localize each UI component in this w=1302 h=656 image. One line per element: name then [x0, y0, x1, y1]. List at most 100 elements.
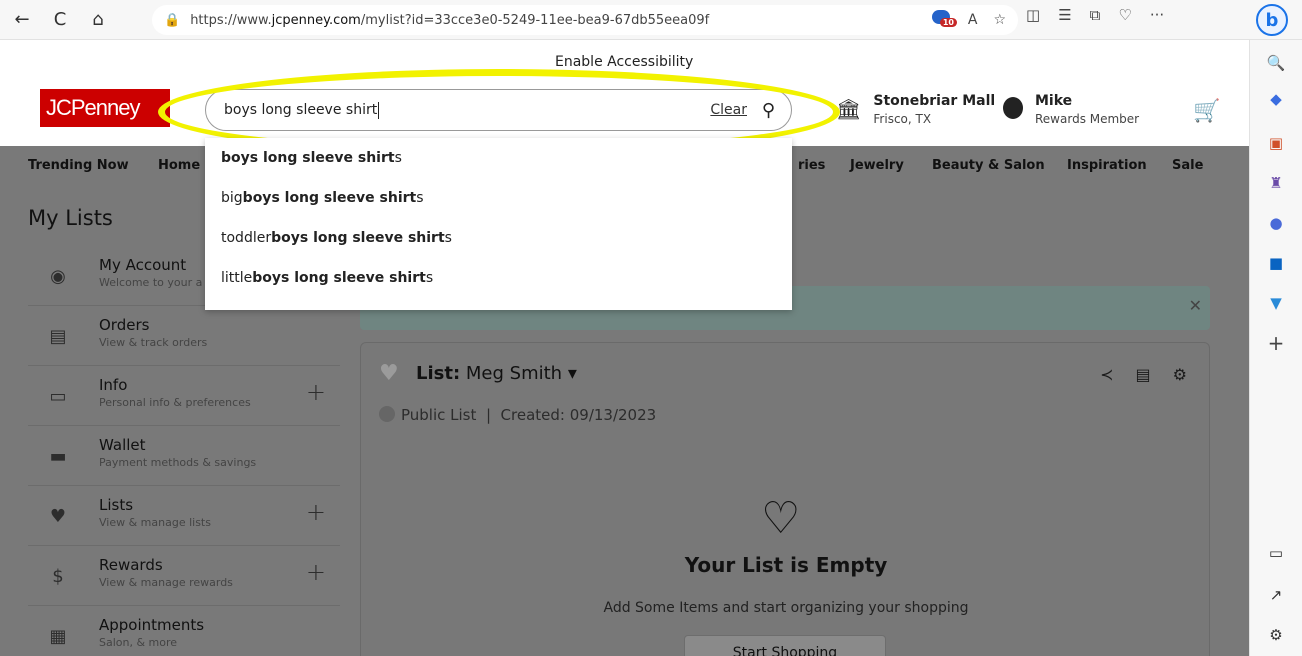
collections-icon[interactable]: ⧉: [1090, 6, 1101, 24]
print-icon[interactable]: ▤: [1136, 365, 1151, 384]
suggestion-item[interactable]: boys long sleeve shirt s: [205, 138, 792, 178]
search-icon[interactable]: 🔍: [1264, 52, 1288, 74]
send-icon[interactable]: ▼: [1264, 292, 1288, 314]
external-link-icon[interactable]: ↗: [1264, 584, 1288, 606]
settings-icon[interactable]: ⚙: [1264, 624, 1288, 646]
menu-item-subtitle: View & track orders: [99, 336, 208, 349]
menu-item-subtitle: Welcome to your a: [99, 276, 203, 289]
suggestion-match: boys long sleeve shirt: [242, 190, 417, 206]
menu-item-appointments[interactable]: ▦ Appointments Salon, & more: [28, 606, 340, 656]
url-domain: jcpenney.com: [271, 12, 361, 28]
chess-icon[interactable]: ♜: [1264, 172, 1288, 194]
cart-icon[interactable]: 🛒: [1193, 99, 1220, 124]
clear-search-button[interactable]: Clear: [710, 102, 747, 118]
suggestion-prefix: toddler: [221, 230, 272, 246]
nav-inspiration[interactable]: Inspiration: [1067, 158, 1147, 173]
heart-icon: ♥: [49, 505, 67, 527]
nav-accessories[interactable]: ries: [798, 158, 825, 173]
extension-icon[interactable]: 10: [931, 10, 957, 30]
add-icon[interactable]: +: [1264, 331, 1288, 355]
expand-plus-icon[interactable]: +: [306, 378, 326, 406]
back-icon[interactable]: ←: [6, 4, 38, 36]
gear-icon[interactable]: ⚙: [1173, 365, 1187, 384]
suggestion-match: boys long sleeve shirt: [252, 270, 426, 286]
list-label: List:: [416, 363, 461, 384]
suggestion-prefix: big: [221, 190, 243, 206]
menu-item-rewards[interactable]: $ Rewards View & manage rewards +: [28, 546, 340, 606]
store-location: Frisco, TX: [873, 112, 932, 126]
menu-item-title: Appointments: [99, 616, 205, 634]
menu-item-title: Lists: [99, 496, 134, 514]
address-bar[interactable]: 🔒 https://www.jcpenney.com/mylist?id=33c…: [152, 5, 1018, 35]
store-selector[interactable]: 🏛 Stonebriar Mall Frisco, TX: [836, 93, 995, 126]
nav-home[interactable]: Home: [158, 158, 200, 173]
suggestion-prefix: little: [221, 270, 253, 286]
menu-item-lists[interactable]: ♥ Lists View & manage lists +: [28, 486, 340, 546]
nav-beauty-salon[interactable]: Beauty & Salon: [932, 158, 1045, 173]
favorites-icon[interactable]: ☰: [1058, 6, 1071, 24]
list-visibility: Public List: [401, 406, 477, 424]
account-status: Rewards Member: [1035, 112, 1140, 126]
menu-item-title: Orders: [99, 316, 150, 334]
meta-separator: |: [485, 406, 491, 424]
menu-item-title: Info: [99, 376, 128, 394]
tag-icon[interactable]: ◆: [1264, 88, 1288, 110]
start-shopping-button[interactable]: Start Shopping: [684, 635, 886, 656]
nav-trending-now[interactable]: Trending Now: [28, 158, 129, 173]
browser-essentials-icon[interactable]: ♡: [1118, 6, 1131, 24]
nav-jewelry[interactable]: Jewelry: [850, 158, 904, 173]
page: Enable Accessibility JCPenney boys long …: [0, 41, 1249, 656]
url-text[interactable]: https://www.jcpenney.com/mylist?id=33cce…: [190, 13, 709, 28]
search-input[interactable]: boys long sleeve shirt Clear ⚲: [205, 89, 792, 131]
expand-plus-icon[interactable]: +: [306, 498, 326, 526]
edge-sidebar: 🔍 ◆ ▣ ♜ ● ■ ▼ + ▭ ↗ ⚙: [1249, 40, 1302, 656]
read-aloud-icon[interactable]: A: [968, 12, 978, 28]
wallet-icon: ▬: [49, 445, 67, 467]
close-icon[interactable]: ✕: [1189, 296, 1202, 315]
sidebar-toggle-icon[interactable]: ▭: [1264, 542, 1288, 564]
list-selector[interactable]: List: Meg Smith ▾: [416, 363, 577, 384]
list-name: Meg Smith: [465, 363, 563, 384]
menu-item-subtitle: Payment methods & savings: [99, 456, 257, 469]
empty-list-subtitle: Add Some Items and start organizing your…: [603, 600, 969, 616]
page-title: My Lists: [28, 206, 113, 230]
url-path: /mylist?id=33cce3e0-5249-11ee-bea9-67db5…: [360, 12, 710, 28]
suggestion-item[interactable]: little boys long sleeve shirt s: [205, 258, 792, 298]
menu-item-wallet[interactable]: ▬ Wallet Payment methods & savings: [28, 426, 340, 486]
favorite-star-icon[interactable]: ☆: [993, 12, 1006, 28]
list-created-date: Created: 09/13/2023: [500, 406, 657, 424]
home-icon[interactable]: ⌂: [82, 4, 114, 36]
enable-accessibility-link[interactable]: Enable Accessibility: [555, 54, 693, 70]
outlook-icon[interactable]: ■: [1264, 252, 1288, 274]
menu-item-orders[interactable]: ▤ Orders View & track orders: [28, 306, 340, 366]
box-icon: ▤: [49, 325, 67, 347]
lock-icon[interactable]: 🔒: [164, 13, 180, 28]
refresh-icon[interactable]: C: [44, 4, 76, 36]
suggestion-suffix: s: [394, 150, 402, 166]
briefcase-icon[interactable]: ▣: [1264, 132, 1288, 154]
menu-item-title: Wallet: [99, 436, 146, 454]
suggestion-match: boys long sleeve shirt: [221, 150, 395, 166]
account-menu[interactable]: Mike Rewards Member: [1003, 93, 1139, 126]
jcpenney-logo[interactable]: JCPenney: [40, 89, 170, 127]
list-actions: ≺ ▤ ⚙: [1100, 365, 1187, 384]
search-icon[interactable]: ⚲: [762, 100, 775, 121]
suggestion-item[interactable]: big boys long sleeve shirt s: [205, 178, 792, 218]
office-icon[interactable]: ●: [1264, 212, 1288, 234]
list-panel: ♥ List: Meg Smith ▾ ≺ ▤ ⚙ Public List | …: [360, 342, 1210, 656]
menu-item-subtitle: Personal info & preferences: [99, 396, 251, 409]
menu-item-info[interactable]: ▭ Info Personal info & preferences +: [28, 366, 340, 426]
suggestion-suffix: s: [425, 270, 434, 286]
nav-sale[interactable]: Sale: [1172, 158, 1203, 173]
suggestion-match: boys long sleeve shirt: [271, 230, 445, 246]
share-icon[interactable]: ≺: [1100, 365, 1113, 384]
list-meta: Public List | Created: 09/13/2023: [379, 406, 656, 424]
suggestion-item[interactable]: toddler boys long sleeve shirt s: [205, 218, 792, 258]
menu-item-subtitle: View & manage lists: [99, 516, 211, 529]
search-input-value: boys long sleeve shirt: [224, 102, 378, 118]
copilot-icon[interactable]: b: [1256, 4, 1288, 36]
expand-plus-icon[interactable]: +: [306, 558, 326, 586]
more-menu-icon[interactable]: ···: [1150, 6, 1164, 24]
split-screen-icon[interactable]: ◫: [1026, 6, 1040, 24]
heart-icon: ♥: [379, 361, 399, 386]
